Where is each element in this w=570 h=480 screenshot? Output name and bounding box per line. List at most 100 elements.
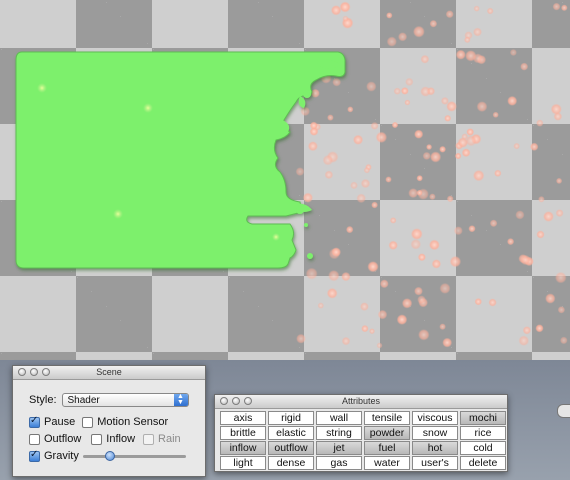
particle bbox=[346, 225, 354, 234]
attribute-button-rice[interactable]: rice bbox=[460, 426, 506, 440]
attribute-button-elastic[interactable]: elastic bbox=[268, 426, 314, 440]
particle bbox=[379, 279, 389, 289]
attribute-button-cold[interactable]: cold bbox=[460, 441, 506, 455]
attribute-button-grid: axis rigid wall tensile viscous mochi brittle e… bbox=[220, 411, 506, 470]
particle bbox=[350, 181, 358, 190]
attribute-button-light[interactable]: light bbox=[220, 456, 266, 470]
style-label: Style: bbox=[29, 394, 57, 406]
attribute-button-wall[interactable]: wall bbox=[316, 411, 362, 425]
particle bbox=[431, 259, 442, 269]
particle bbox=[465, 135, 477, 147]
style-select[interactable]: Shader ▲ ▼ bbox=[61, 393, 189, 407]
attribute-button-tensile[interactable]: tensile bbox=[364, 411, 410, 425]
particle bbox=[376, 342, 383, 349]
particle bbox=[486, 7, 494, 15]
particle bbox=[429, 19, 438, 28]
attribute-button-string[interactable]: string bbox=[316, 426, 362, 440]
attribute-button-powder[interactable]: powder bbox=[364, 426, 410, 440]
particle bbox=[388, 240, 398, 250]
zoom-icon[interactable] bbox=[42, 368, 50, 376]
attribute-button-inflow[interactable]: inflow bbox=[220, 441, 266, 455]
particle bbox=[536, 119, 544, 127]
particle bbox=[356, 193, 367, 204]
particle bbox=[300, 106, 311, 117]
pause-checkbox[interactable] bbox=[29, 415, 40, 428]
motion-sensor-checkbox[interactable] bbox=[82, 416, 94, 428]
scene-titlebar[interactable]: Scene bbox=[13, 366, 205, 380]
particle bbox=[389, 217, 397, 224]
particle bbox=[417, 253, 426, 262]
scene-window: Scene Style: Shader ▲▼ Pause Motion Sens… bbox=[12, 365, 206, 477]
attribute-button-mochi[interactable]: mochi bbox=[460, 411, 506, 425]
minimize-icon[interactable] bbox=[30, 368, 38, 376]
particle bbox=[296, 333, 306, 344]
particle bbox=[535, 324, 544, 333]
close-icon[interactable] bbox=[220, 397, 228, 405]
particle bbox=[557, 306, 566, 314]
particle bbox=[494, 169, 502, 177]
particle bbox=[550, 103, 562, 115]
gravity-slider[interactable] bbox=[82, 450, 186, 462]
attribute-button-gas[interactable]: gas bbox=[316, 456, 362, 470]
particle bbox=[377, 309, 388, 320]
rain-checkbox[interactable] bbox=[143, 433, 155, 445]
particle bbox=[327, 114, 334, 121]
offscreen-window-edge[interactable] bbox=[557, 404, 570, 418]
attribute-button-fuel[interactable]: fuel bbox=[364, 441, 410, 455]
attribute-button-snow[interactable]: snow bbox=[412, 426, 458, 440]
attribute-button-viscous[interactable]: viscous bbox=[412, 411, 458, 425]
particle bbox=[332, 77, 342, 87]
attribute-button-axis[interactable]: axis bbox=[220, 411, 266, 425]
particle bbox=[302, 192, 313, 203]
blob-body bbox=[15, 51, 346, 269]
particle bbox=[446, 195, 454, 203]
attribute-button-jet[interactable]: jet bbox=[316, 441, 362, 455]
attributes-window: Attributes axis rigid wall tensile viscous mo… bbox=[214, 394, 508, 472]
attribute-button-users[interactable]: user's bbox=[412, 456, 458, 470]
particle bbox=[454, 152, 462, 160]
particle bbox=[375, 131, 388, 143]
particle bbox=[295, 167, 305, 177]
attribute-button-rigid[interactable]: rigid bbox=[268, 411, 314, 425]
gravity-slider-knob[interactable] bbox=[105, 451, 116, 461]
particle bbox=[538, 196, 545, 203]
attribute-button-brittle[interactable]: brittle bbox=[220, 426, 266, 440]
flow-row: Outflow Inflow Rain bbox=[29, 433, 221, 445]
gravity-checkbox[interactable] bbox=[29, 449, 40, 462]
particle bbox=[488, 298, 497, 307]
particle bbox=[492, 111, 499, 118]
particle bbox=[515, 210, 525, 220]
inflow-checkbox[interactable] bbox=[91, 433, 103, 445]
particle bbox=[426, 144, 433, 150]
particle bbox=[530, 142, 539, 151]
particle bbox=[405, 77, 414, 87]
particle bbox=[522, 326, 532, 335]
particle bbox=[439, 282, 451, 294]
simulation-canvas[interactable] bbox=[0, 0, 570, 360]
zoom-icon[interactable] bbox=[244, 397, 252, 405]
particle bbox=[386, 36, 397, 47]
particle bbox=[466, 128, 475, 136]
particle bbox=[489, 219, 498, 228]
particle bbox=[464, 36, 471, 44]
attributes-titlebar[interactable]: Attributes bbox=[215, 395, 507, 409]
pause-row: Pause Motion Sensor bbox=[29, 415, 221, 428]
particle bbox=[309, 121, 318, 130]
attribute-button-hot[interactable]: hot bbox=[412, 441, 458, 455]
particle bbox=[536, 230, 545, 239]
attribute-button-delete[interactable]: delete bbox=[460, 456, 506, 470]
attribute-button-outflow[interactable]: outflow bbox=[268, 441, 314, 455]
close-icon[interactable] bbox=[18, 368, 26, 376]
particle bbox=[513, 142, 520, 150]
particle bbox=[401, 298, 413, 309]
minimize-icon[interactable] bbox=[232, 397, 240, 405]
attribute-button-dense[interactable]: dense bbox=[268, 456, 314, 470]
particle bbox=[468, 225, 476, 233]
outflow-checkbox[interactable] bbox=[29, 433, 40, 445]
particle bbox=[324, 170, 334, 180]
particle bbox=[439, 145, 446, 153]
particle bbox=[507, 95, 518, 106]
attribute-button-water[interactable]: water bbox=[364, 456, 410, 470]
particle bbox=[404, 99, 411, 106]
particle bbox=[398, 32, 408, 42]
